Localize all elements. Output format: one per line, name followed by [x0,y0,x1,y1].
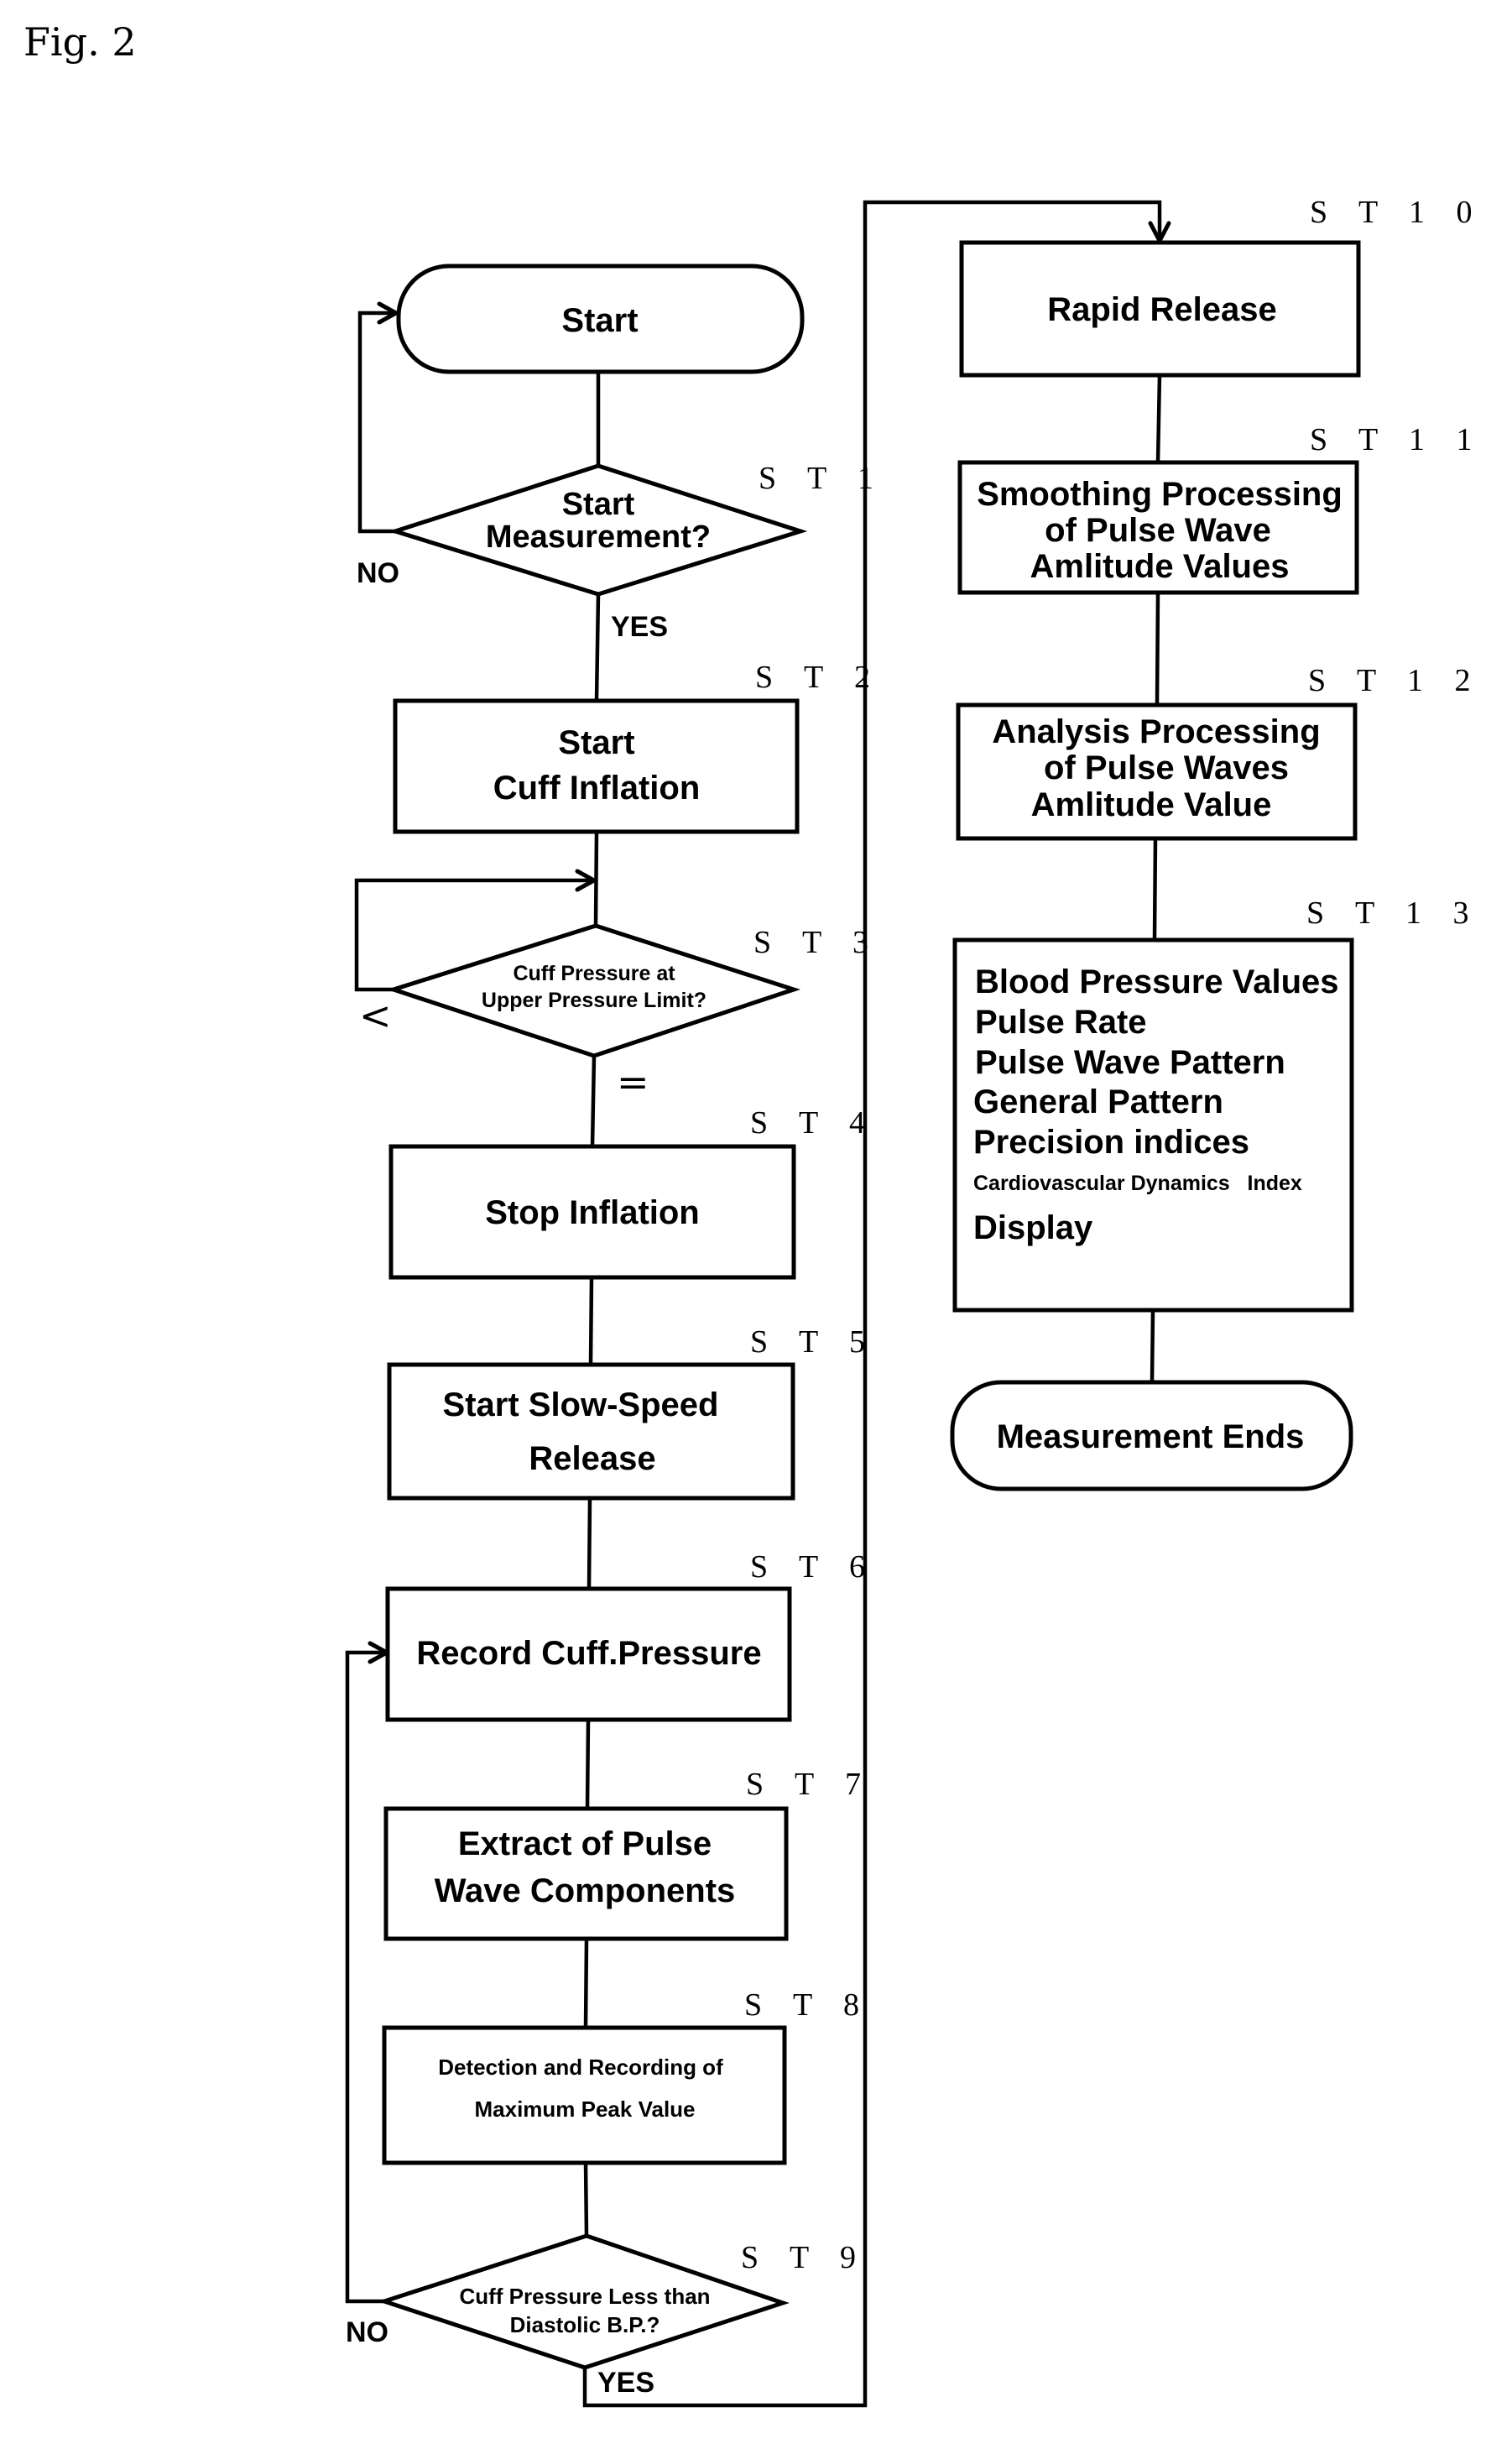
st6-text-line-1: Record Cuff.Pressure [416,1635,761,1672]
st13-text-line-6: Cardiovascular Dynamics Index [973,1172,1302,1195]
st2-text-line-1: Start [558,724,634,761]
st4-step-label: S T 4 [750,1105,877,1141]
st2-text-line-2: Cuff Inflation [493,770,701,807]
st7-text-line-2: Wave Components [435,1872,736,1909]
st3-text-line-2: Upper Pressure Limit? [482,989,706,1012]
st9-text-line-1: Cuff Pressure Less than [459,2284,710,2309]
st13-text-line-5: Precision indices [973,1124,1249,1161]
connector-st7-st8 [583,1938,589,2029]
st3-text-line-1: Cuff Pressure at [513,962,675,985]
st7-text-line-1: Extract of Pulse [458,1825,712,1862]
start-terminator: Start [396,264,805,374]
connector-st11-st12 [1155,592,1160,706]
st1-no-label: NO [357,557,399,589]
st7-step-label: S T 7 [746,1767,873,1802]
st3-less-label: < [359,993,392,1038]
st2-process: Start Cuff Inflation S T 2 [393,660,882,834]
st1-yes-label: YES [611,611,668,643]
st11-text-line-3: Amlitude Values [1030,548,1290,585]
st6-process: Record Cuff.Pressure S T 6 [385,1549,877,1722]
connector-st3-st4 [590,1055,597,1147]
st13-text-line-3: Pulse Wave Pattern [975,1044,1285,1081]
st10-text-line-1: Rapid Release [1047,291,1276,328]
st5-text-line-2: Release [529,1440,655,1477]
connector-st4-st5 [588,1277,594,1365]
connector-st13-end [1150,1309,1155,1383]
st11-process: Smoothing Processing of Pulse Wave Amlit… [957,422,1483,595]
st4-text-line-1: Stop Inflation [485,1194,700,1231]
st3-decision: Cuff Pressure at Upper Pressure Limit? S… [359,923,880,1104]
st7-process: Extract of Pulse Wave Components S T 7 [383,1767,873,1941]
st1-text-line-2: Measurement? [486,520,711,555]
st13-step-label: S T 1 3 [1306,896,1480,931]
st8-step-label: S T 8 [744,1987,871,2023]
st5-text-line-1: Start Slow-Speed [443,1386,719,1423]
st6-step-label: S T 6 [750,1549,877,1585]
connector-st10-st11 [1155,374,1162,463]
st5-process: Start Slow-Speed Release S T 5 [387,1324,877,1501]
st5-step-label: S T 5 [750,1324,877,1360]
flowchart: Fig. 2 Start Start Measurement? S T 1 NO… [23,19,1483,2408]
connector-st1-st2 [594,593,601,702]
st9-text-line-2: Diastolic B.P.? [510,2312,660,2337]
st13-text-line-4: General Pattern [973,1084,1223,1120]
st11-step-label: S T 1 1 [1310,422,1483,457]
st9-step-label: S T 9 [741,2240,868,2275]
st8-process: Detection and Recording of Maximum Peak … [382,1987,871,2165]
st12-text-line-1: Analysis Processing [992,713,1320,750]
connector-st6-st7 [585,1719,591,1809]
st9-no-label: NO [346,2316,388,2348]
st13-text-line-7: Display [973,1209,1093,1246]
st13-process: Blood Pressure Values Pulse Rate Pulse W… [952,896,1480,1313]
st11-text-line-2: of Pulse Wave [1045,512,1271,549]
st12-process: Analysis Processing of Pulse Waves Amlit… [956,663,1482,841]
st13-text-line-1: Blood Pressure Values [975,963,1339,1000]
figure-title: Fig. 2 [23,19,137,65]
st11-text-line-1: Smoothing Processing [977,476,1343,513]
st4-process: Stop Inflation S T 4 [388,1105,877,1280]
st12-text-line-2: of Pulse Waves [1044,749,1289,786]
st9-decision: Cuff Pressure Less than Diastolic B.P.? … [346,2233,868,2399]
connector-st9-no-loop [345,1650,386,2304]
st8-text-line-2: Maximum Peak Value [474,2097,695,2122]
st3-equal-label: = [617,1059,649,1104]
start-label: Start [561,302,638,339]
connector-st2-st3 [593,831,599,927]
st8-text-line-1: Detection and Recording of [438,2055,723,2080]
end-terminator: Measurement Ends [950,1380,1353,1491]
st12-step-label: S T 1 2 [1308,663,1482,698]
st2-step-label: S T 2 [755,660,882,695]
st13-text-line-2: Pulse Rate [975,1004,1147,1041]
connector-st8-st9 [583,2162,589,2237]
connector-st1-no-loop [357,311,395,534]
st9-yes-label: YES [597,2367,654,2399]
st10-process: Rapid Release S T 1 0 [959,195,1483,378]
st1-step-label: S T 1 [759,461,885,496]
st1-text-line-1: Start [562,487,635,522]
end-label: Measurement Ends [997,1418,1305,1455]
connector-st5-st6 [587,1497,592,1590]
st1-decision: Start Measurement? S T 1 NO YES [357,461,885,643]
st10-step-label: S T 1 0 [1310,195,1483,230]
st3-step-label: S T 3 [753,925,880,960]
st12-text-line-3: Amlitude Value [1031,786,1272,823]
